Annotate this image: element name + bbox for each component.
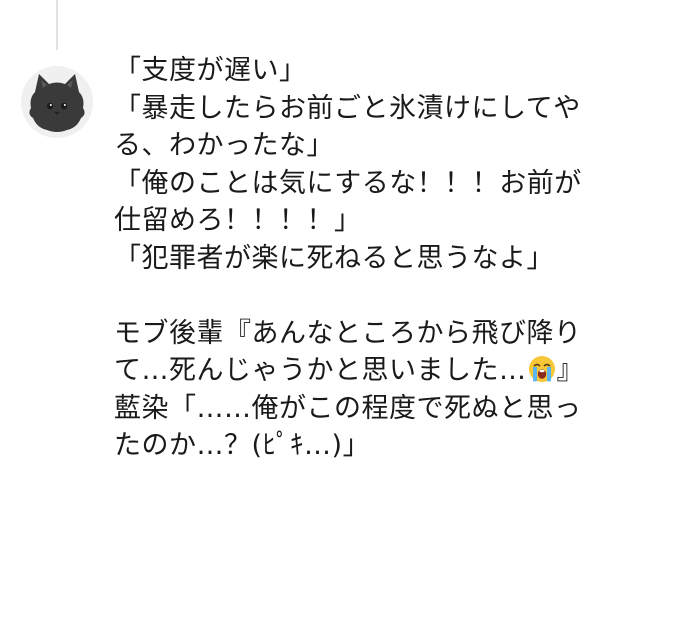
post-line: 「支度が遅い」 bbox=[114, 55, 307, 86]
thread-connector-line bbox=[56, 0, 58, 50]
post-line: たのか…？(ﾋﾟｷ…)」 bbox=[114, 430, 371, 461]
post-line: 「暴走したらお前ごと氷漬けにしてや bbox=[114, 92, 581, 124]
post-line: 藍染「……俺がこの程度で死ぬと思っ bbox=[114, 392, 582, 424]
loudly-crying-face-icon bbox=[527, 354, 557, 384]
post-line: て…死んじゃうかと思いました… 』 bbox=[114, 352, 674, 390]
black-cat-avatar-icon bbox=[21, 66, 93, 138]
post-line-text: 』 bbox=[556, 355, 584, 386]
post-line: 「犯罪者が楽に死ねると思うなよ」 bbox=[114, 242, 554, 274]
post-line: る、わかったな」 bbox=[114, 130, 334, 161]
post-line-text: て…死んじゃうかと思いました… bbox=[114, 355, 527, 386]
post-line: モブ後輩『あんなところから飛び降り bbox=[114, 317, 582, 349]
avatar[interactable] bbox=[21, 66, 93, 138]
post-line: 仕留めろ！！！！」 bbox=[114, 205, 362, 236]
post-body: 「支度が遅い」 「暴走したらお前ごと氷漬けにしてや る、わかったな」 「俺のこと… bbox=[114, 52, 674, 465]
post-line: 「俺のことは気にするな！！！お前が bbox=[114, 167, 582, 199]
